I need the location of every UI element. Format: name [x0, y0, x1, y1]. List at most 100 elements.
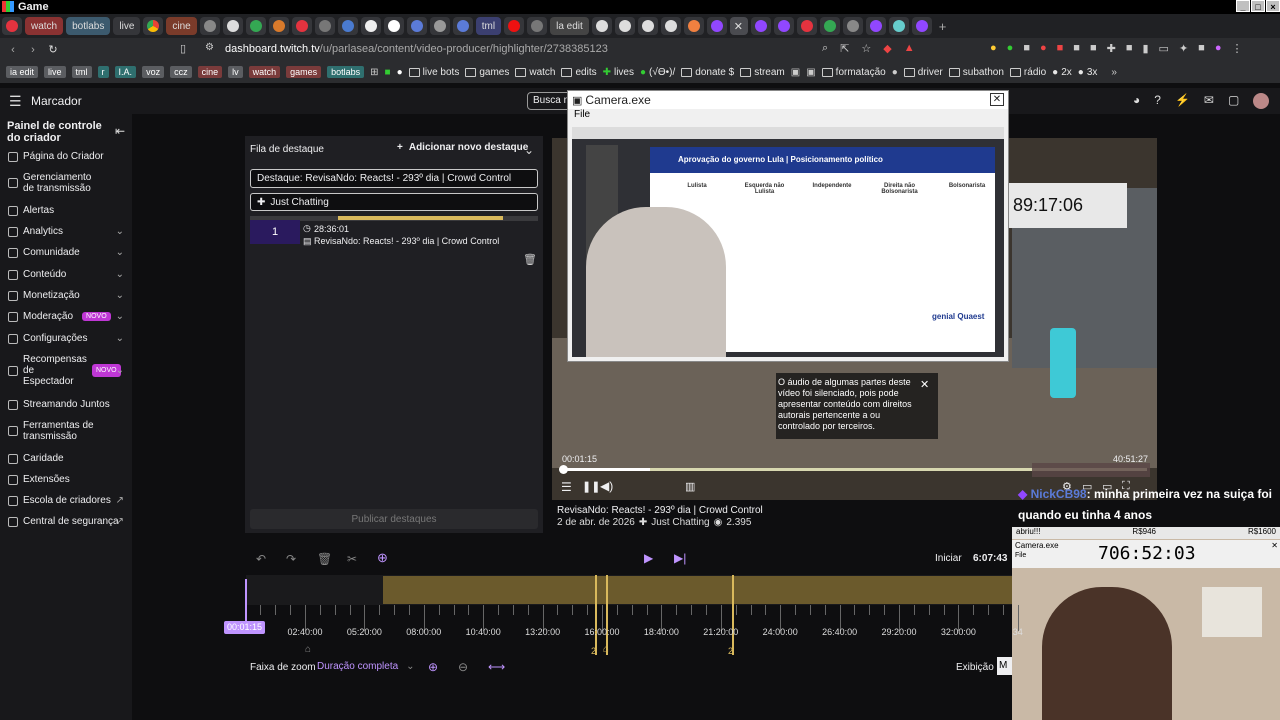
tab-b9[interactable]	[383, 17, 404, 35]
bm-link[interactable]: ● 2x	[1052, 67, 1072, 78]
sidebar-item-comunidade[interactable]: Comunidade ⌄	[8, 247, 128, 258]
tab-b14[interactable]	[527, 17, 548, 35]
bm-chip[interactable]: lv	[228, 66, 243, 78]
add-marker-icon[interactable]: ⊕	[377, 550, 388, 566]
bm-chip[interactable]: ia edit	[6, 66, 39, 78]
sidebar-item-caridade[interactable]: Caridade	[8, 453, 128, 464]
tab-b11[interactable]	[429, 17, 450, 35]
apps-grid-icon[interactable]: ⊞	[370, 67, 378, 78]
help-icon[interactable]: ?	[1154, 93, 1161, 109]
tab-b3[interactable]	[245, 17, 266, 35]
play-icon[interactable]: ▶	[644, 551, 653, 565]
profile-icon[interactable]: ●	[1215, 42, 1222, 55]
bm-chip[interactable]: live	[44, 66, 66, 78]
tab-watch[interactable]: watch	[25, 17, 64, 35]
bm-chip[interactable]: watch	[248, 66, 281, 78]
sidebar-item-seguranca[interactable]: Central de segurança ↗	[8, 516, 128, 527]
site-info-icon[interactable]: ⚙	[205, 42, 214, 53]
trash-icon[interactable]: 🗑	[523, 253, 537, 266]
fit-icon[interactable]: ⟷	[488, 660, 505, 674]
ext-icon-11[interactable]: ■	[1198, 42, 1205, 55]
bm-icon[interactable]: ●	[892, 67, 898, 78]
menu-icon[interactable]: ⋮	[1231, 42, 1242, 55]
tab-b27[interactable]	[888, 17, 909, 35]
bm-chip[interactable]: botlabs	[327, 66, 365, 78]
tab-live[interactable]: live	[113, 17, 141, 35]
sidebar-item-configuracoes[interactable]: Configurações ⌄	[8, 333, 128, 344]
pause-icon[interactable]: ❚❚	[582, 480, 600, 493]
tab-b7[interactable]	[337, 17, 358, 35]
bm-chip[interactable]: voz	[142, 66, 165, 78]
bm-chip[interactable]: ccz	[170, 66, 192, 78]
ext-icon-7[interactable]: ■	[1090, 42, 1097, 55]
queue-item[interactable]: 1 ◷ 28:36:01 ▤ RevisaNdo: Reacts! - 293º…	[250, 220, 538, 248]
ext-icon-8[interactable]: ■	[1126, 42, 1133, 55]
sidebar-item-monetizacao[interactable]: Monetização ⌄	[8, 290, 128, 301]
tab-b13[interactable]	[504, 17, 525, 35]
more-bookmarks-icon[interactable]: »	[1111, 67, 1117, 78]
tab-b10[interactable]	[406, 17, 427, 35]
ext-icon-1[interactable]: ●	[990, 42, 997, 55]
collapse-icon[interactable]: ⇤	[115, 124, 125, 138]
bm-folder[interactable]: driver	[903, 67, 943, 78]
brave-icon[interactable]: ◆	[883, 42, 891, 55]
hamburger-icon[interactable]: ☰	[9, 93, 22, 110]
tab-active[interactable]: ✕	[729, 17, 748, 35]
sidebar-item-gerenciamento[interactable]: Gerenciamento de transmissão	[8, 172, 128, 194]
inbox-icon[interactable]: ✉	[1204, 93, 1214, 109]
zoom-select[interactable]: Duração completa ⌄	[317, 661, 415, 672]
zoom-in-icon[interactable]: ⊕	[428, 660, 438, 674]
ext-icon-5[interactable]: ■	[1057, 42, 1064, 55]
back-icon[interactable]: ‹	[6, 44, 20, 56]
ext-icon-3[interactable]: ■	[1023, 42, 1030, 55]
bm-folder[interactable]: edits	[561, 67, 597, 78]
sidebar-item-pagina-criador[interactable]: Página do Criador	[8, 151, 128, 162]
tab-b1[interactable]	[199, 17, 220, 35]
close-window-button[interactable]: ×	[1266, 0, 1280, 12]
avatar[interactable]	[1253, 93, 1270, 109]
marker-icon[interactable]: ⌂	[603, 644, 609, 655]
tab-b6[interactable]	[314, 17, 335, 35]
bm-folder[interactable]: formatação	[821, 67, 886, 78]
tab-b20[interactable]	[706, 17, 727, 35]
bm-chip[interactable]: games	[286, 66, 322, 78]
bm-folder[interactable]: watch	[515, 67, 555, 78]
ext-icon-2[interactable]: ●	[1007, 42, 1014, 55]
scissors-icon[interactable]: ✂	[347, 552, 357, 566]
chat-username[interactable]: NickCB98	[1031, 487, 1087, 501]
tab-cine[interactable]: cine	[166, 17, 197, 35]
sidebar-item-escola[interactable]: Escola de criadores ↗	[8, 495, 128, 506]
zoom-out-icon[interactable]: ⊖	[458, 660, 468, 674]
bm-folder[interactable]: donate $	[681, 67, 734, 78]
redo-icon[interactable]: ↷	[286, 552, 296, 566]
sidebar-item-alertas[interactable]: Alertas	[8, 205, 128, 216]
bm-folder[interactable]: live bots	[408, 67, 459, 78]
tab-b22[interactable]	[773, 17, 794, 35]
tab-b24[interactable]	[819, 17, 840, 35]
sidebar-item-moderacao[interactable]: Moderação NOVO ⌄	[8, 311, 128, 322]
url-field[interactable]: dashboard.twitch.tv/u/parlasea/content/v…	[225, 43, 608, 55]
bm-icon[interactable]: ●	[397, 67, 403, 78]
bm-chip[interactable]: cine	[197, 66, 223, 78]
tab-chrome[interactable]	[143, 17, 164, 35]
tab-b4[interactable]	[268, 17, 289, 35]
marker-icon[interactable]: ⌂	[305, 644, 311, 655]
trash-icon[interactable]: 🗑	[317, 552, 332, 566]
add-highlight-button[interactable]: + Adicionar novo destaque	[393, 140, 532, 155]
highlight-title-field[interactable]: Destaque: RevisaNdo: Reacts! - 293º dia …	[250, 169, 538, 188]
tab-la-edit[interactable]: la edit	[550, 17, 589, 35]
ext-icon-4[interactable]: ●	[1040, 42, 1047, 55]
bm-icon[interactable]: ■	[385, 67, 391, 78]
bm-icon[interactable]: ▣	[806, 67, 815, 78]
tab-b12[interactable]	[452, 17, 473, 35]
search-input[interactable]: Busca n	[527, 92, 571, 110]
ext-icon-10[interactable]: ✦	[1179, 42, 1188, 55]
ext-icon-9[interactable]: ▭	[1159, 42, 1169, 55]
bm-link[interactable]: ● (√Ө•)/	[640, 67, 675, 78]
sidebar-item-extensoes[interactable]: Extensões	[8, 474, 128, 485]
close-camera-button[interactable]: ✕	[990, 93, 1004, 106]
chapters-icon[interactable]: ☰	[561, 480, 572, 494]
tab-b21[interactable]	[750, 17, 771, 35]
sidebar-item-analytics[interactable]: Analytics ⌄	[8, 226, 128, 237]
category-field[interactable]: ✚ Just Chatting	[250, 193, 538, 211]
